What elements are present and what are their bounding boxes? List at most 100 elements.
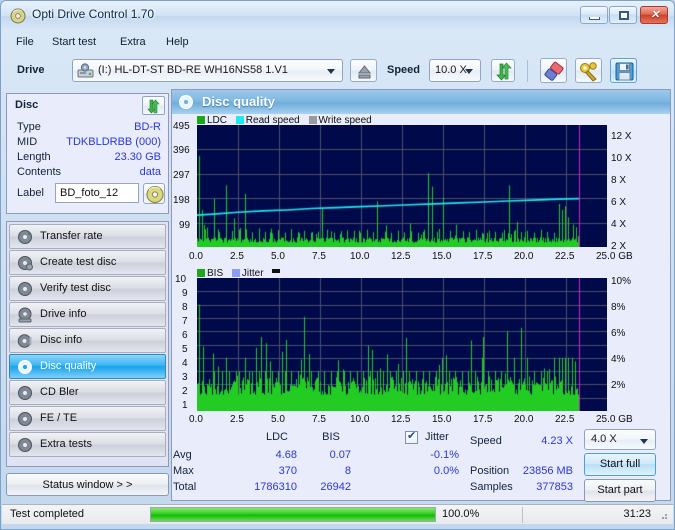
y-tick-label: 6 bbox=[182, 330, 188, 341]
panel-header: Disc quality bbox=[172, 90, 670, 114]
y2-tick-label: 10 X bbox=[611, 153, 632, 164]
y-tick-label: 9 bbox=[182, 288, 188, 299]
close-button[interactable]: ✕ bbox=[640, 6, 668, 24]
x-tick-label: 25.0 GB bbox=[596, 251, 633, 262]
disc-label-input[interactable]: BD_foto_12 bbox=[55, 183, 139, 203]
x-tick-label: 0.0 bbox=[189, 414, 203, 425]
test-speed-value: 4.0 X bbox=[591, 433, 617, 445]
disc-row-type: Type BD-R bbox=[7, 121, 170, 136]
test-speed-select[interactable]: 4.0 X bbox=[584, 429, 656, 450]
disc-label: Disc bbox=[15, 99, 39, 111]
stats-col-jitter: Jitter bbox=[425, 431, 449, 443]
disc-label-row: Label BD_foto_12 bbox=[7, 182, 170, 206]
sidebar-item-fe-te[interactable]: FE / TE bbox=[9, 406, 166, 431]
refresh-button[interactable] bbox=[491, 59, 515, 82]
disc-section-header: Disc bbox=[6, 93, 169, 117]
minimize-button[interactable] bbox=[580, 6, 608, 24]
y2-tick-label: 12 X bbox=[611, 131, 632, 142]
y-tick-label: 1 bbox=[182, 400, 188, 411]
maximize-button[interactable] bbox=[609, 6, 637, 24]
status-window-button[interactable]: Status window > > bbox=[6, 473, 169, 496]
page-title: Disc quality bbox=[202, 94, 275, 109]
sidebar-item-disc-quality[interactable]: Disc quality bbox=[9, 354, 166, 379]
disc-label-key: Label bbox=[17, 187, 44, 199]
stats-max-bis: 8 bbox=[344, 465, 351, 477]
create-test-disc-icon bbox=[18, 256, 33, 271]
x-tick-label: 0.0 bbox=[189, 251, 203, 262]
sidebar-item-disc-info[interactable]: Disc info bbox=[9, 328, 166, 353]
legend-swatch-read-speed bbox=[235, 116, 244, 124]
menu-item-start-test[interactable]: Start test bbox=[46, 34, 102, 50]
stats-col-ldc: LDC bbox=[265, 431, 288, 443]
stats-avg-jitter: -0.1% bbox=[430, 449, 459, 461]
drive-select[interactable]: (I:) HL-DT-ST BD-RE WH16NS58 1.V1 bbox=[72, 59, 343, 82]
drive-value: (I:) HL-DT-ST BD-RE WH16NS58 1.V1 bbox=[98, 64, 288, 76]
y-tick-label: 5 bbox=[182, 344, 188, 355]
toolbar-separator bbox=[527, 60, 528, 82]
erase-button[interactable] bbox=[540, 58, 567, 83]
save-button[interactable] bbox=[610, 58, 637, 83]
sidebar-item-verify-test-disc[interactable]: Verify test disc bbox=[9, 276, 166, 301]
sidebar-item-label: Transfer rate bbox=[40, 230, 103, 242]
save-icon bbox=[615, 62, 634, 81]
navigation-list: Transfer rate Create test disc Verify te… bbox=[6, 221, 169, 467]
stats-row-max-label: Max bbox=[173, 465, 194, 477]
x-tick-label: 2.5 bbox=[230, 251, 244, 262]
elapsed-time: 31:23 bbox=[623, 508, 651, 520]
progress-percent: 100.0% bbox=[442, 508, 480, 520]
x-tick-label: 10.0 bbox=[350, 251, 370, 262]
start-part-button[interactable]: Start part bbox=[584, 479, 656, 502]
x-tick-label: 12.5 bbox=[391, 414, 411, 425]
sidebar-item-label: FE / TE bbox=[40, 412, 78, 424]
status-bar: Test completed 100.0% 31:23 bbox=[2, 504, 673, 524]
x-tick-label: 22.5 bbox=[555, 251, 575, 262]
disc-row-value: 23.30 GB bbox=[114, 151, 161, 163]
drive-icon bbox=[77, 63, 94, 78]
y-tick-label: 198 bbox=[173, 195, 190, 206]
chevron-down-icon bbox=[640, 439, 648, 444]
speed-select[interactable]: 10.0 X bbox=[429, 59, 481, 82]
start-full-button[interactable]: Start full bbox=[584, 453, 656, 476]
jitter-checkbox[interactable] bbox=[405, 429, 418, 444]
tools-button[interactable] bbox=[575, 58, 602, 83]
drive-info-icon bbox=[18, 307, 32, 323]
sidebar-item-label: CD Bler bbox=[40, 386, 79, 398]
legend-swatch-write-speed bbox=[308, 116, 317, 124]
quality-chart bbox=[197, 125, 607, 247]
resize-grip-icon[interactable] bbox=[657, 509, 669, 521]
menu-item-file[interactable]: File bbox=[10, 34, 40, 50]
y2-tick-label: 4% bbox=[611, 354, 626, 365]
sidebar-item-drive-info[interactable]: Drive info bbox=[9, 302, 166, 327]
sidebar-item-extra-tests[interactable]: Extra tests bbox=[9, 432, 166, 457]
x-tick-label: 17.5 bbox=[473, 414, 493, 425]
disc-row-key: Type bbox=[17, 121, 41, 133]
drive-label: Drive bbox=[17, 64, 45, 76]
disc-row-mid: MID TDKBLDRBB (000) bbox=[7, 136, 170, 151]
chevron-down-icon bbox=[327, 69, 335, 74]
eject-button[interactable] bbox=[350, 59, 377, 82]
menu-item-help[interactable]: Help bbox=[160, 34, 195, 50]
chevron-down-icon bbox=[465, 69, 473, 74]
y-tick-label: 3 bbox=[182, 372, 188, 383]
stats-row-total-label: Total bbox=[173, 481, 197, 493]
stats-col-bis: BIS bbox=[322, 431, 340, 443]
sidebar-item-create-test-disc[interactable]: Create test disc bbox=[9, 250, 166, 275]
menu-item-extra[interactable]: Extra bbox=[114, 34, 152, 50]
left-column: Disc Type BD-R MID TDKBLDRBB (000) Lengt… bbox=[6, 93, 169, 501]
sidebar-item-label: Disc quality bbox=[40, 360, 97, 372]
app-window: Opti Drive Control 1.70 ✕ File Start tes… bbox=[0, 0, 675, 530]
disc-detail-button[interactable] bbox=[143, 183, 165, 204]
x-tick-label: 5.0 bbox=[271, 251, 285, 262]
disc-row-length: Length 23.30 GB bbox=[7, 151, 170, 166]
progress-fill bbox=[151, 508, 435, 521]
sidebar-item-cd-bler[interactable]: CD Bler bbox=[9, 380, 166, 405]
y-tick-label: 495 bbox=[173, 121, 190, 132]
x-tick-label: 15.0 bbox=[432, 414, 452, 425]
legend-swatch-bis bbox=[197, 269, 205, 277]
sidebar-item-transfer-rate[interactable]: Transfer rate bbox=[9, 224, 166, 249]
transfer-rate-icon bbox=[18, 230, 32, 244]
sidebar-item-label: Drive info bbox=[40, 308, 87, 320]
disc-info-panel: Type BD-R MID TDKBLDRBB (000) Length 23.… bbox=[6, 116, 169, 214]
y-tick-label: 8 bbox=[182, 302, 188, 313]
reload-disc-button[interactable] bbox=[142, 96, 165, 115]
